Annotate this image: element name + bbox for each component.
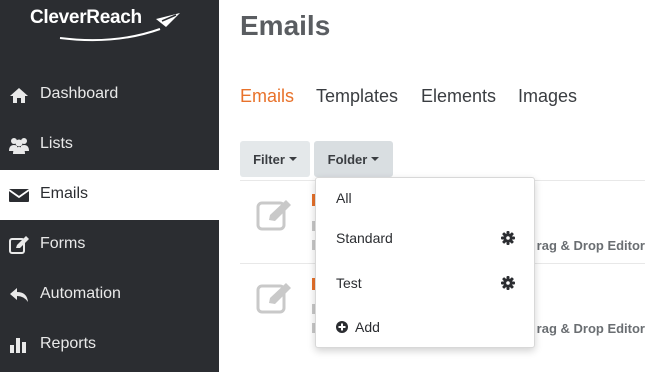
sidebar: CleverReach Dashboard Lists Emails Forms… [0,0,219,372]
edit-form-icon [9,236,29,254]
reply-icon [10,288,28,302]
home-icon [10,88,28,103]
logo-text: CleverReach [30,7,142,28]
plus-circle-icon [336,321,348,333]
sidebar-item-emails[interactable]: Emails [0,170,219,220]
folder-option-all[interactable]: All [316,180,534,216]
folder-dropdown-menu: All Standard Test Add [315,177,535,348]
tab-elements[interactable]: Elements [421,86,496,107]
gear-icon[interactable] [501,231,515,245]
sidebar-item-label: Dashboard [40,85,119,102]
tab-emails[interactable]: Emails [240,86,294,107]
sidebar-item-label: Automation [40,285,121,302]
row-editor-type: rag & Drop Editor [536,238,645,253]
caret-down-icon [288,157,297,161]
edit-icon [256,283,291,314]
sidebar-item-label: Lists [40,135,73,152]
folder-option-label: All [336,190,352,206]
tab-templates[interactable]: Templates [316,86,398,107]
caret-down-icon [371,157,380,161]
folder-option-label: Test [336,275,362,291]
folder-option-label: Add [355,319,380,335]
bar-chart-icon [10,338,26,353]
sidebar-item-label: Forms [40,235,86,252]
folder-option-label: Standard [336,230,393,246]
tab-images[interactable]: Images [518,86,577,107]
folder-option-add[interactable]: Add [316,309,534,345]
filter-button-label: Filter [253,151,285,167]
folder-button-label: Folder [327,151,368,167]
gear-icon[interactable] [501,276,515,290]
page-title: Emails [240,10,331,41]
folder-option-test[interactable]: Test [316,265,534,301]
cleverreach-logo[interactable]: CleverReach [30,5,190,42]
users-icon [9,138,29,154]
sidebar-item-lists[interactable]: Lists [0,120,219,170]
sidebar-item-reports[interactable]: Reports [0,320,219,370]
sidebar-item-forms[interactable]: Forms [0,220,219,270]
edit-icon [256,200,291,231]
sidebar-item-automation[interactable]: Automation [0,270,219,320]
sidebar-item-label: Reports [40,335,97,352]
sidebar-item-dashboard[interactable]: Dashboard [0,70,219,120]
filter-button[interactable]: Filter [240,141,310,177]
sidebar-item-label: Emails [40,185,89,202]
folder-button[interactable]: Folder [314,141,393,177]
folder-option-standard[interactable]: Standard [316,220,534,256]
row-editor-type: rag & Drop Editor [536,321,645,336]
envelope-icon [8,189,30,202]
